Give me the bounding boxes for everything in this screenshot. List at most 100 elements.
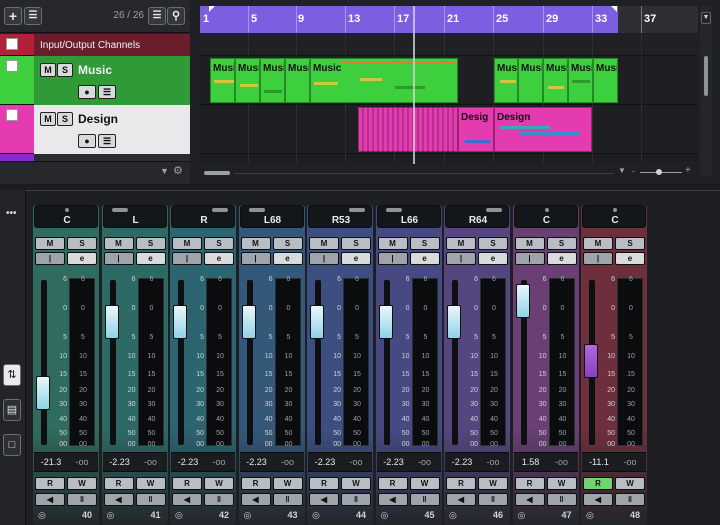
chevron-down-icon[interactable]: ▼ xyxy=(160,166,169,176)
peak-value[interactable]: -oo xyxy=(479,457,507,467)
rack-view-icon[interactable]: ▤ xyxy=(3,399,21,421)
link-icon[interactable]: ‖ xyxy=(135,493,166,506)
solo-button[interactable]: S xyxy=(67,237,97,250)
solo-button[interactable]: S xyxy=(409,237,440,250)
volume-fader-handle[interactable] xyxy=(584,343,598,378)
solo-button[interactable]: S xyxy=(546,237,577,250)
volume-fader-handle[interactable] xyxy=(378,304,393,339)
read-automation-button[interactable]: R xyxy=(446,477,476,490)
monitor-icon[interactable]: | xyxy=(240,252,271,265)
monitor-icon[interactable]: | xyxy=(103,252,134,265)
design-clip[interactable]: Design xyxy=(494,107,592,152)
solo-button[interactable]: S xyxy=(272,237,303,250)
read-automation-button[interactable]: R xyxy=(103,477,134,490)
meter-view-icon[interactable]: □ xyxy=(3,434,21,456)
edit-icon[interactable]: ☰ xyxy=(98,85,116,99)
volume-fader-handle[interactable] xyxy=(310,304,324,339)
monitor-icon[interactable]: | xyxy=(377,252,408,265)
pan-control[interactable]: R53 xyxy=(308,205,372,228)
monitor-icon[interactable]: | xyxy=(309,252,339,265)
monitor-icon[interactable]: | xyxy=(514,252,545,265)
speaker-icon[interactable]: ◀ xyxy=(172,493,202,506)
read-automation-button[interactable]: R xyxy=(377,477,408,490)
list-icon[interactable]: ☰ xyxy=(148,7,166,25)
edit-channel-icon[interactable]: e xyxy=(341,252,371,265)
write-automation-button[interactable]: W xyxy=(135,477,166,490)
mute-button[interactable]: M xyxy=(309,237,339,250)
pan-control[interactable]: R64 xyxy=(445,205,509,228)
music-clip[interactable]: Musi xyxy=(285,58,310,103)
peak-value[interactable]: -oo xyxy=(616,457,644,467)
mute-button[interactable]: M xyxy=(377,237,408,250)
link-icon[interactable]: ‖ xyxy=(204,493,234,506)
link-icon[interactable]: ‖ xyxy=(67,493,97,506)
track-select-checkbox[interactable] xyxy=(6,60,18,72)
read-automation-button[interactable]: R xyxy=(514,477,545,490)
music-clip[interactable]: Musi xyxy=(260,58,285,103)
write-automation-button[interactable]: W xyxy=(546,477,577,490)
edit-channel-icon[interactable]: e xyxy=(478,252,508,265)
record-enable-icon[interactable]: ● xyxy=(78,134,96,148)
peak-value[interactable]: -oo xyxy=(342,457,370,467)
link-icon[interactable]: ‖ xyxy=(409,493,440,506)
monitor-icon[interactable]: | xyxy=(35,252,65,265)
design-clip[interactable] xyxy=(358,107,458,152)
project-cursor[interactable] xyxy=(413,6,415,164)
read-automation-button[interactable]: R xyxy=(35,477,65,490)
pan-control[interactable]: C xyxy=(513,205,578,228)
edit-channel-icon[interactable]: e xyxy=(204,252,234,265)
read-automation-button[interactable]: R xyxy=(309,477,339,490)
volume-value[interactable]: 1.58 xyxy=(516,457,546,467)
mute-button[interactable]: M xyxy=(446,237,476,250)
volume-value[interactable]: -2.23 xyxy=(173,457,203,467)
write-automation-button[interactable]: W xyxy=(67,477,97,490)
mute-button[interactable]: M xyxy=(172,237,202,250)
link-icon[interactable]: ‖ xyxy=(615,493,645,506)
read-automation-button[interactable]: R xyxy=(583,477,613,490)
edit-channel-icon[interactable]: e xyxy=(67,252,97,265)
music-clip[interactable]: Musi xyxy=(235,58,260,103)
pan-control[interactable]: C xyxy=(34,205,98,228)
edit-channel-icon[interactable]: e xyxy=(409,252,440,265)
monitor-icon[interactable]: | xyxy=(172,252,202,265)
solo-button[interactable]: S xyxy=(341,237,371,250)
solo-button[interactable]: S xyxy=(57,63,73,77)
peak-value[interactable]: -oo xyxy=(548,457,576,467)
more-options-icon[interactable]: ••• xyxy=(6,208,17,219)
music-clip[interactable]: Musi xyxy=(593,58,618,103)
music-clip[interactable]: Music xyxy=(310,58,458,103)
peak-value[interactable]: -oo xyxy=(274,457,302,467)
right-locator-icon[interactable] xyxy=(611,6,617,12)
volume-fader-handle[interactable] xyxy=(104,304,119,339)
solo-button[interactable]: S xyxy=(57,112,73,126)
link-icon[interactable]: ‖ xyxy=(272,493,303,506)
edit-channel-icon[interactable]: e xyxy=(135,252,166,265)
pan-control[interactable]: R xyxy=(171,205,235,228)
edit-channel-icon[interactable]: e xyxy=(272,252,303,265)
left-locator-icon[interactable] xyxy=(209,6,215,12)
mute-button[interactable]: M xyxy=(514,237,545,250)
speaker-icon[interactable]: ◀ xyxy=(103,493,134,506)
music-clip[interactable]: Musi xyxy=(518,58,543,103)
solo-button[interactable]: S xyxy=(135,237,166,250)
track-row-music[interactable]: M S Music ● ☰ xyxy=(0,56,190,105)
mute-button[interactable]: M xyxy=(35,237,65,250)
edit-icon[interactable]: ☰ xyxy=(98,134,116,148)
fader-view-icon[interactable]: ⇅ xyxy=(3,364,21,386)
track-row-design[interactable]: M S Design ● ☰ xyxy=(0,105,190,154)
read-automation-button[interactable]: R xyxy=(240,477,271,490)
track-select-checkbox[interactable] xyxy=(6,109,18,121)
design-clip[interactable]: Desig xyxy=(458,107,494,152)
plus-icon[interactable]: + xyxy=(4,7,22,25)
peak-value[interactable]: -oo xyxy=(411,457,439,467)
peak-value[interactable]: -oo xyxy=(68,457,96,467)
volume-fader-handle[interactable] xyxy=(36,375,50,410)
speaker-icon[interactable]: ◀ xyxy=(514,493,545,506)
zoom-slider[interactable]: ▼ - + xyxy=(618,165,698,178)
volume-value[interactable]: -21.3 xyxy=(36,457,66,467)
track-select-checkbox[interactable] xyxy=(6,38,18,50)
vertical-scrollbar[interactable]: ▼ xyxy=(700,6,712,176)
link-icon[interactable]: ‖ xyxy=(546,493,577,506)
timeline-ruler-extension[interactable] xyxy=(618,6,698,33)
volume-fader-handle[interactable] xyxy=(447,304,461,339)
